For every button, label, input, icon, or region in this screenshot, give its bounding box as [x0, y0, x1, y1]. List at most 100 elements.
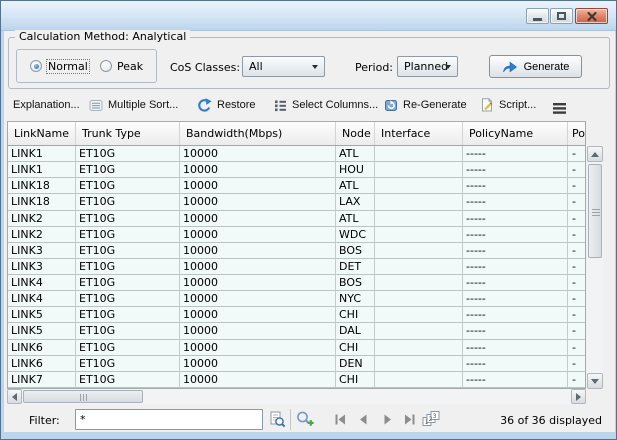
cell-pol: -	[568, 340, 585, 356]
cell-trunktype: ET10G	[76, 372, 180, 388]
first-record-button[interactable]	[332, 412, 349, 427]
table-row[interactable]: LINK4ET10G10000BOS------	[8, 275, 585, 291]
cell-trunktype: ET10G	[76, 146, 180, 162]
re-generate-label: Re-Generate	[403, 99, 467, 111]
select-columns-icon	[274, 99, 287, 112]
titlebar[interactable]	[1, 1, 616, 31]
horizontal-scroll-thumb[interactable]	[23, 390, 143, 403]
column-header-trunktype[interactable]: Trunk Type	[76, 122, 180, 145]
table-row[interactable]: LINK5ET10G10000CHI------	[8, 307, 585, 323]
period-dropdown[interactable]: Planned	[397, 56, 458, 77]
cell-interface	[375, 162, 463, 178]
cell-linkname: LINK4	[8, 291, 76, 307]
cell-pol: -	[568, 323, 585, 339]
cell-policyname: -----	[463, 275, 568, 291]
cell-linkname: LINK18	[8, 194, 76, 210]
cell-interface	[375, 275, 463, 291]
cell-trunktype: ET10G	[76, 323, 180, 339]
cell-pol: -	[568, 227, 585, 243]
cell-trunktype: ET10G	[76, 227, 180, 243]
column-header-linkname[interactable]: LinkName	[8, 122, 76, 145]
column-header-interface[interactable]: Interface	[375, 122, 463, 145]
scroll-up-button[interactable]	[587, 146, 603, 162]
cell-node: ATL	[336, 211, 375, 227]
table-row[interactable]: LINK3ET10G10000BOS------	[8, 243, 585, 259]
vertical-scroll-thumb[interactable]	[588, 164, 602, 258]
cell-linkname: LINK1	[8, 162, 76, 178]
cell-trunktype: ET10G	[76, 162, 180, 178]
select-columns-button[interactable]: Select Columns...	[272, 95, 380, 115]
column-header-pol[interactable]: Pol	[568, 122, 585, 145]
cell-linkname: LINK5	[8, 307, 76, 323]
table-row[interactable]: LINK2ET10G10000WDC------	[8, 227, 585, 243]
table-row[interactable]: LINK18ET10G10000LAX------	[8, 194, 585, 210]
cell-trunktype: ET10G	[76, 194, 180, 210]
period-value: Planned	[404, 60, 448, 73]
scroll-left-button[interactable]	[7, 389, 22, 404]
cell-interface	[375, 356, 463, 372]
cell-node: DEN	[336, 356, 375, 372]
filter-input[interactable]	[75, 409, 263, 430]
cell-policyname: -----	[463, 372, 568, 388]
cell-bandwidth: 10000	[180, 162, 336, 178]
cell-interface	[375, 178, 463, 194]
cell-linkname: LINK7	[8, 372, 76, 388]
cell-interface	[375, 227, 463, 243]
close-button[interactable]	[575, 8, 608, 24]
multiple-sort-button[interactable]: Multiple Sort...	[87, 95, 180, 115]
cell-trunktype: ET10G	[76, 291, 180, 307]
cell-bandwidth: 10000	[180, 275, 336, 291]
previous-record-button[interactable]	[355, 412, 372, 427]
table-row[interactable]: LINK7ET10G10000CHI------	[8, 372, 585, 388]
last-record-button[interactable]	[401, 412, 418, 427]
restore-button[interactable]: Restore	[195, 95, 258, 115]
cell-linkname: LINK6	[8, 356, 76, 372]
table-row[interactable]: LINK1ET10G10000HOU------	[8, 162, 585, 178]
minimize-button[interactable]	[526, 8, 549, 24]
filter-preview-button[interactable]	[266, 409, 288, 430]
cell-trunktype: ET10G	[76, 275, 180, 291]
column-header-bandwidth[interactable]: Bandwidth(Mbps)	[180, 122, 336, 145]
table-row[interactable]: LINK1ET10G10000ATL------	[8, 146, 585, 162]
table-row[interactable]: LINK4ET10G10000NYC------	[8, 291, 585, 307]
re-generate-button[interactable]: Re-Generate	[382, 95, 469, 115]
chevron-down-icon	[445, 65, 451, 69]
peak-radio[interactable]: Peak	[100, 59, 143, 73]
re-generate-icon	[384, 98, 398, 112]
column-header-node[interactable]: Node	[336, 122, 375, 145]
cell-policyname: -----	[463, 291, 568, 307]
cell-linkname: LINK5	[8, 323, 76, 339]
scroll-down-button[interactable]	[587, 373, 603, 389]
generate-button[interactable]: Generate	[489, 55, 582, 78]
cos-classes-label: CoS Classes:	[170, 61, 240, 74]
cell-bandwidth: 10000	[180, 340, 336, 356]
cell-trunktype: ET10G	[76, 243, 180, 259]
table-row[interactable]: LINK2ET10G10000ATL------	[8, 211, 585, 227]
go-to-page-button[interactable]: 123	[421, 410, 441, 427]
normal-radio[interactable]: Normal	[30, 59, 89, 73]
script-button[interactable]: Script...	[478, 95, 538, 115]
vertical-scrollbar[interactable]	[587, 146, 603, 389]
find-button[interactable]	[294, 409, 316, 430]
explanation-button[interactable]: Explanation...	[11, 95, 82, 115]
links-table: LinkName Trunk Type Bandwidth(Mbps) Node…	[7, 121, 586, 389]
column-header-policyname[interactable]: PolicyName	[463, 122, 568, 145]
table-row[interactable]: LINK6ET10G10000DEN------	[8, 356, 585, 372]
magnifier-plus-icon	[296, 411, 314, 428]
cell-bandwidth: 10000	[180, 178, 336, 194]
table-row[interactable]: LINK18ET10G10000ATL------	[8, 178, 585, 194]
cell-policyname: -----	[463, 227, 568, 243]
horizontal-scrollbar[interactable]	[7, 389, 586, 404]
table-row[interactable]: LINK5ET10G10000DAL------	[8, 323, 585, 339]
cell-pol: -	[568, 243, 585, 259]
next-record-button[interactable]	[379, 412, 396, 427]
cell-policyname: -----	[463, 307, 568, 323]
triangle-up-icon	[591, 152, 599, 157]
table-row[interactable]: LINK6ET10G10000CHI------	[8, 340, 585, 356]
maximize-button[interactable]	[550, 8, 573, 24]
cos-classes-dropdown[interactable]: All	[242, 56, 325, 77]
cell-node: NYC	[336, 291, 375, 307]
table-row[interactable]: LINK3ET10G10000DET------	[8, 259, 585, 275]
scroll-right-button[interactable]	[571, 389, 586, 404]
menu-button[interactable]	[550, 98, 569, 118]
